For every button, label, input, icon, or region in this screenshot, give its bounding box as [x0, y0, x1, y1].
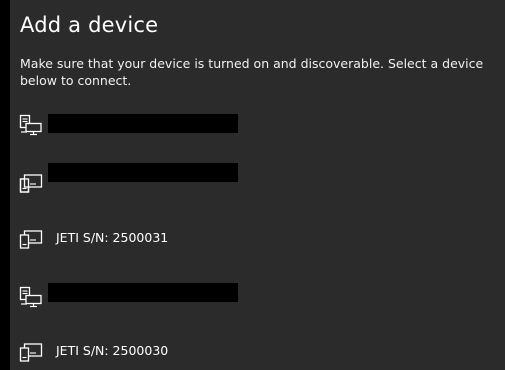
device-name: JETI S/N: 2500030 — [56, 343, 169, 358]
device-name: JETI S/N: 2500031 — [56, 230, 169, 245]
device-list-item[interactable] — [10, 272, 505, 320]
computer-icon — [19, 286, 42, 308]
add-device-dialog: Add a device Make sure that your device … — [10, 0, 505, 370]
device-list-item[interactable] — [10, 100, 505, 148]
device-list-item[interactable]: JETI S/N: 2500030 — [10, 327, 505, 370]
redacted-device-name — [48, 283, 238, 302]
redacted-device-name — [48, 163, 238, 182]
display-device-icon — [19, 230, 43, 249]
dialog-title: Add a device — [20, 13, 159, 37]
display-device-icon — [19, 174, 43, 193]
display-device-icon — [19, 343, 43, 362]
computer-icon — [19, 114, 42, 136]
device-list-item[interactable]: JETI S/N: 2500031 — [10, 214, 505, 262]
redacted-device-name — [48, 114, 238, 133]
dialog-description: Make sure that your device is turned on … — [20, 56, 484, 88]
device-list-item[interactable] — [10, 158, 505, 206]
